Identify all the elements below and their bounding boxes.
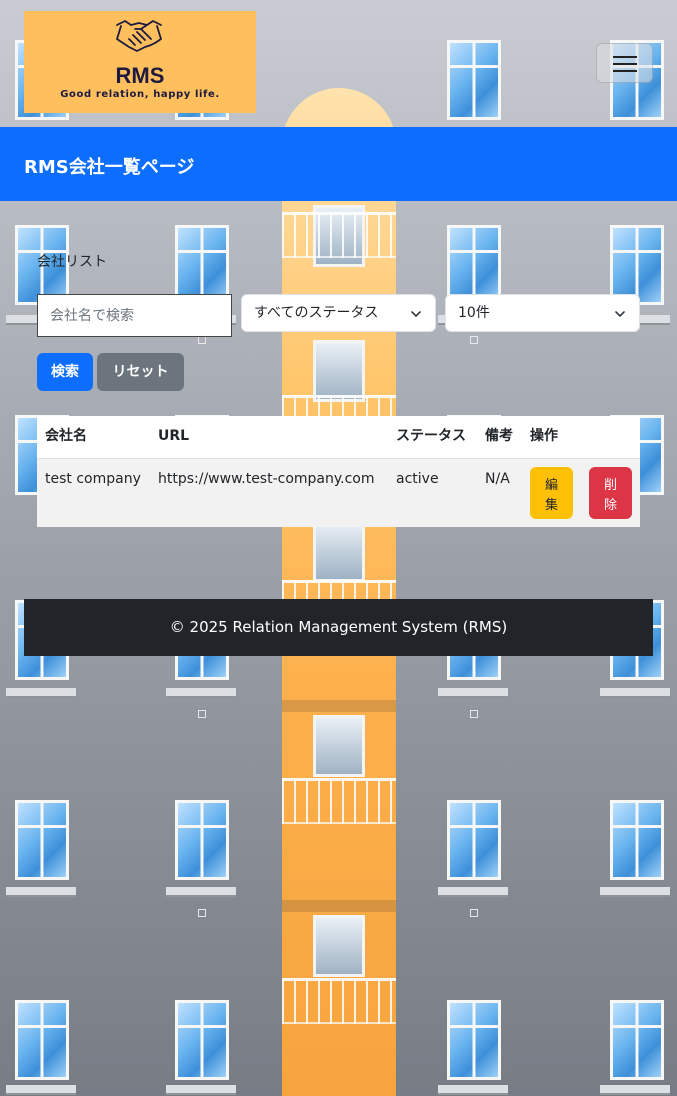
company-table: 会社名 URL ステータス 備考 操作 test company https:/… bbox=[37, 416, 640, 527]
window-sill bbox=[166, 688, 236, 696]
delete-cell: 削除 bbox=[581, 458, 640, 527]
delete-button[interactable]: 削除 bbox=[589, 467, 632, 519]
window bbox=[15, 1000, 69, 1080]
window-sill bbox=[6, 1085, 76, 1093]
footer-copyright: © 2025 Relation Management System (RMS) bbox=[169, 618, 508, 636]
wall-vent bbox=[198, 909, 206, 917]
menu-toggle-button[interactable] bbox=[596, 43, 653, 83]
company-status-cell: active bbox=[388, 458, 477, 527]
section-label: 会社リスト bbox=[37, 254, 107, 270]
window-sill bbox=[438, 1085, 508, 1093]
column-header-status: ステータス bbox=[388, 416, 477, 459]
wall-vent bbox=[198, 710, 206, 718]
column-header-actions: 操作 bbox=[522, 416, 640, 459]
window-sill bbox=[438, 887, 508, 895]
wall-vent bbox=[470, 909, 478, 917]
page-title-bar: RMS会社一覧ページ bbox=[0, 127, 677, 201]
wall-vent bbox=[470, 710, 478, 718]
chevron-down-icon bbox=[411, 311, 421, 318]
window bbox=[610, 800, 664, 880]
window bbox=[447, 1000, 501, 1080]
window bbox=[610, 225, 664, 305]
reset-button[interactable]: リセット bbox=[97, 353, 184, 391]
window bbox=[447, 40, 501, 120]
window-sill bbox=[6, 688, 76, 696]
edit-button[interactable]: 編集 bbox=[530, 467, 573, 519]
table-header-row: 会社名 URL ステータス 備考 操作 bbox=[37, 416, 640, 459]
edit-cell: 編集 bbox=[522, 458, 581, 527]
column-seam bbox=[282, 700, 396, 712]
footer: © 2025 Relation Management System (RMS) bbox=[24, 599, 653, 656]
per-page-select-value: 10件 bbox=[458, 305, 490, 321]
window bbox=[175, 800, 229, 880]
column-header-name: 会社名 bbox=[37, 416, 150, 459]
company-search-input[interactable] bbox=[37, 294, 232, 337]
wall-vent bbox=[198, 336, 206, 344]
company-name-cell: test company bbox=[37, 458, 150, 527]
window-sill bbox=[438, 688, 508, 696]
window bbox=[447, 800, 501, 880]
company-note-cell: N/A bbox=[477, 458, 522, 527]
window bbox=[447, 225, 501, 305]
center-window bbox=[313, 915, 365, 977]
center-window bbox=[313, 520, 365, 582]
wall-vent bbox=[470, 336, 478, 344]
center-window bbox=[313, 340, 365, 402]
balcony-railing bbox=[282, 212, 396, 258]
window-sill bbox=[166, 1085, 236, 1093]
table-row: test company https://www.test-company.co… bbox=[37, 458, 640, 527]
center-window bbox=[313, 715, 365, 777]
brand-tagline: Good relation, happy life. bbox=[60, 89, 220, 100]
window bbox=[610, 1000, 664, 1080]
company-url-cell: https://www.test-company.com bbox=[150, 458, 388, 527]
column-header-note: 備考 bbox=[477, 416, 522, 459]
window bbox=[15, 800, 69, 880]
search-button[interactable]: 検索 bbox=[37, 353, 93, 391]
brand-name: RMS bbox=[115, 63, 165, 88]
page-title: RMS会社一覧ページ bbox=[24, 157, 195, 178]
window-sill bbox=[600, 887, 670, 895]
window-sill bbox=[6, 887, 76, 895]
chevron-down-icon bbox=[615, 311, 625, 318]
balcony-railing bbox=[282, 778, 396, 824]
brand-logo[interactable]: RMS Good relation, happy life. bbox=[24, 11, 256, 113]
window-sill bbox=[166, 887, 236, 895]
window-sill bbox=[600, 1085, 670, 1093]
window-sill bbox=[600, 688, 670, 696]
column-seam bbox=[282, 900, 396, 912]
balcony-railing bbox=[282, 978, 396, 1024]
window bbox=[175, 225, 229, 305]
per-page-select[interactable]: 10件 bbox=[445, 294, 640, 332]
status-select[interactable]: すべてのステータス bbox=[241, 294, 436, 332]
window bbox=[175, 1000, 229, 1080]
column-header-url: URL bbox=[150, 416, 388, 459]
status-select-value: すべてのステータス bbox=[254, 305, 379, 321]
handshake-icon bbox=[116, 20, 162, 52]
